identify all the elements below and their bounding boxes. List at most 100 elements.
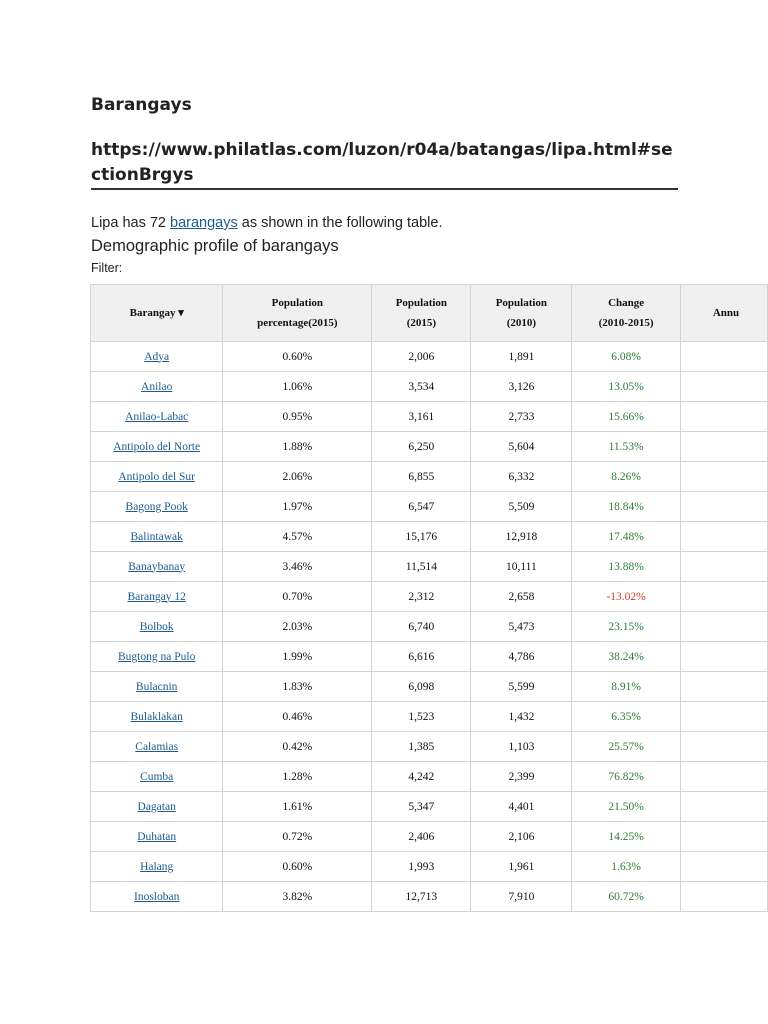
cell-barangay: Anilao-Labac [89, 401, 224, 432]
cell-pop-percentage: 3.82% [222, 881, 373, 912]
table-row: Balintawak 4.57% 15,176 12,918 17.48% [89, 521, 768, 552]
col-header-change[interactable]: Change (2010-2015) [571, 284, 681, 342]
cell-pop-2015: 5,347 [371, 791, 472, 822]
barangay-link[interactable]: Bolbok [140, 621, 174, 633]
cell-barangay: Duhatan [89, 821, 224, 852]
barangay-link[interactable]: Banaybanay [128, 561, 185, 573]
cell-change: 6.35% [571, 701, 681, 732]
cell-pop-2010: 2,106 [470, 821, 573, 852]
barangay-link[interactable]: Halang [140, 861, 173, 873]
barangay-link[interactable]: Cumba [140, 771, 173, 783]
col-header-pop-2010[interactable]: Population (2010) [470, 284, 573, 342]
col-header-pop-percentage[interactable]: Population percentage(2015) [222, 284, 373, 342]
cell-change: 13.88% [571, 551, 681, 582]
cell-pop-percentage: 0.60% [222, 341, 373, 372]
barangay-link[interactable]: Barangay 12 [127, 591, 185, 603]
barangay-link[interactable]: Antipolo del Norte [113, 441, 200, 453]
barangay-link[interactable]: Duhatan [137, 831, 176, 843]
cell-annual [679, 431, 768, 462]
barangay-link[interactable]: Adya [144, 351, 169, 363]
cell-pop-2015: 2,312 [371, 581, 472, 612]
table-row: Antipolo del Norte 1.88% 6,250 5,604 11.53% [89, 431, 768, 462]
cell-change: 6.08% [571, 341, 681, 372]
cell-pop-percentage: 0.46% [222, 701, 373, 732]
cell-pop-2010: 2,733 [470, 401, 573, 432]
table-row: Anilao 1.06% 3,534 3,126 13.05% [89, 371, 768, 402]
barangay-link[interactable]: Balintawak [130, 531, 182, 543]
cell-pop-2010: 1,961 [470, 851, 573, 882]
cell-barangay: Bugtong na Pulo [89, 641, 224, 672]
cell-pop-percentage: 1.28% [222, 761, 373, 792]
table-header-row: Barangay ▾ Population percentage(2015) Po… [89, 284, 768, 342]
cell-annual [679, 791, 768, 822]
cell-barangay: Antipolo del Sur [89, 461, 224, 492]
cell-annual [679, 521, 768, 552]
table-row: Bugtong na Pulo 1.99% 6,616 4,786 38.24% [89, 641, 768, 672]
table-caption: Demographic profile of barangays [91, 237, 339, 255]
table-row: Antipolo del Sur 2.06% 6,855 6,332 8.26% [89, 461, 768, 492]
cell-pop-2010: 10,111 [470, 551, 573, 582]
cell-pop-2010: 5,599 [470, 671, 573, 702]
barangay-link[interactable]: Inosloban [134, 891, 179, 903]
col-header-barangay[interactable]: Barangay ▾ [89, 284, 224, 342]
barangay-link[interactable]: Anilao [141, 381, 172, 393]
cell-pop-2010: 5,473 [470, 611, 573, 642]
table-row: Anilao-Labac 0.95% 3,161 2,733 15.66% [89, 401, 768, 432]
cell-annual [679, 461, 768, 492]
cell-pop-percentage: 0.70% [222, 581, 373, 612]
cell-pop-percentage: 0.72% [222, 821, 373, 852]
cell-pop-2015: 6,098 [371, 671, 472, 702]
cell-annual [679, 881, 768, 912]
cell-pop-percentage: 3.46% [222, 551, 373, 582]
cell-pop-2010: 4,786 [470, 641, 573, 672]
cell-pop-percentage: 0.95% [222, 401, 373, 432]
cell-pop-percentage: 1.06% [222, 371, 373, 402]
barangay-link[interactable]: Bagong Pook [126, 501, 188, 513]
table-row: Adya 0.60% 2,006 1,891 6.08% [89, 341, 768, 372]
cell-pop-2015: 1,385 [371, 731, 472, 762]
cell-barangay: Bolbok [89, 611, 224, 642]
cell-pop-2015: 2,006 [371, 341, 472, 372]
barangay-link[interactable]: Bugtong na Pulo [118, 651, 195, 663]
intro-before: Lipa has 72 [91, 215, 171, 231]
section-heading: Barangays [91, 95, 192, 115]
col-header-pop-2015[interactable]: Population (2015) [371, 284, 472, 342]
cell-barangay: Balintawak [89, 521, 224, 552]
col-header-annual[interactable]: Annu [679, 284, 768, 342]
barangay-link[interactable]: Bulaklakan [130, 711, 182, 723]
barangay-link[interactable]: Dagatan [138, 801, 176, 813]
table-row: Bagong Pook 1.97% 6,547 5,509 18.84% [89, 491, 768, 522]
table-body: Adya 0.60% 2,006 1,891 6.08% Anilao 1.06% 3,534… [89, 341, 768, 912]
cell-pop-percentage: 0.60% [222, 851, 373, 882]
barangay-link[interactable]: Bulacnin [136, 681, 178, 693]
barangay-link[interactable]: Anilao-Labac [125, 411, 188, 423]
cell-change: 1.63% [571, 851, 681, 882]
cell-annual [679, 401, 768, 432]
barangay-link[interactable]: Antipolo del Sur [118, 471, 195, 483]
demographic-table: Barangay ▾ Population percentage(2015) Po… [89, 284, 768, 912]
barangay-link[interactable]: Calamias [135, 741, 178, 753]
barangays-link[interactable]: barangays [170, 215, 238, 231]
cell-pop-2015: 1,523 [371, 701, 472, 732]
cell-pop-2015: 6,855 [371, 461, 472, 492]
cell-pop-2015: 2,406 [371, 821, 472, 852]
cell-pop-percentage: 1.97% [222, 491, 373, 522]
table-row: Barangay 12 0.70% 2,312 2,658 -13.02% [89, 581, 768, 612]
cell-annual [679, 551, 768, 582]
cell-pop-2010: 7,910 [470, 881, 573, 912]
cell-pop-2010: 4,401 [470, 791, 573, 822]
cell-change: 38.24% [571, 641, 681, 672]
cell-pop-2010: 1,432 [470, 701, 573, 732]
cell-barangay: Bulaklakan [89, 701, 224, 732]
cell-pop-2015: 1,993 [371, 851, 472, 882]
table-row: Halang 0.60% 1,993 1,961 1.63% [89, 851, 768, 882]
cell-pop-2010: 5,604 [470, 431, 573, 462]
cell-change: 25.57% [571, 731, 681, 762]
cell-barangay: Dagatan [89, 791, 224, 822]
table-row: Banaybanay 3.46% 11,514 10,111 13.88% [89, 551, 768, 582]
cell-barangay: Halang [89, 851, 224, 882]
cell-barangay: Banaybanay [89, 551, 224, 582]
cell-barangay: Calamias [89, 731, 224, 762]
cell-pop-2015: 6,616 [371, 641, 472, 672]
cell-annual [679, 821, 768, 852]
